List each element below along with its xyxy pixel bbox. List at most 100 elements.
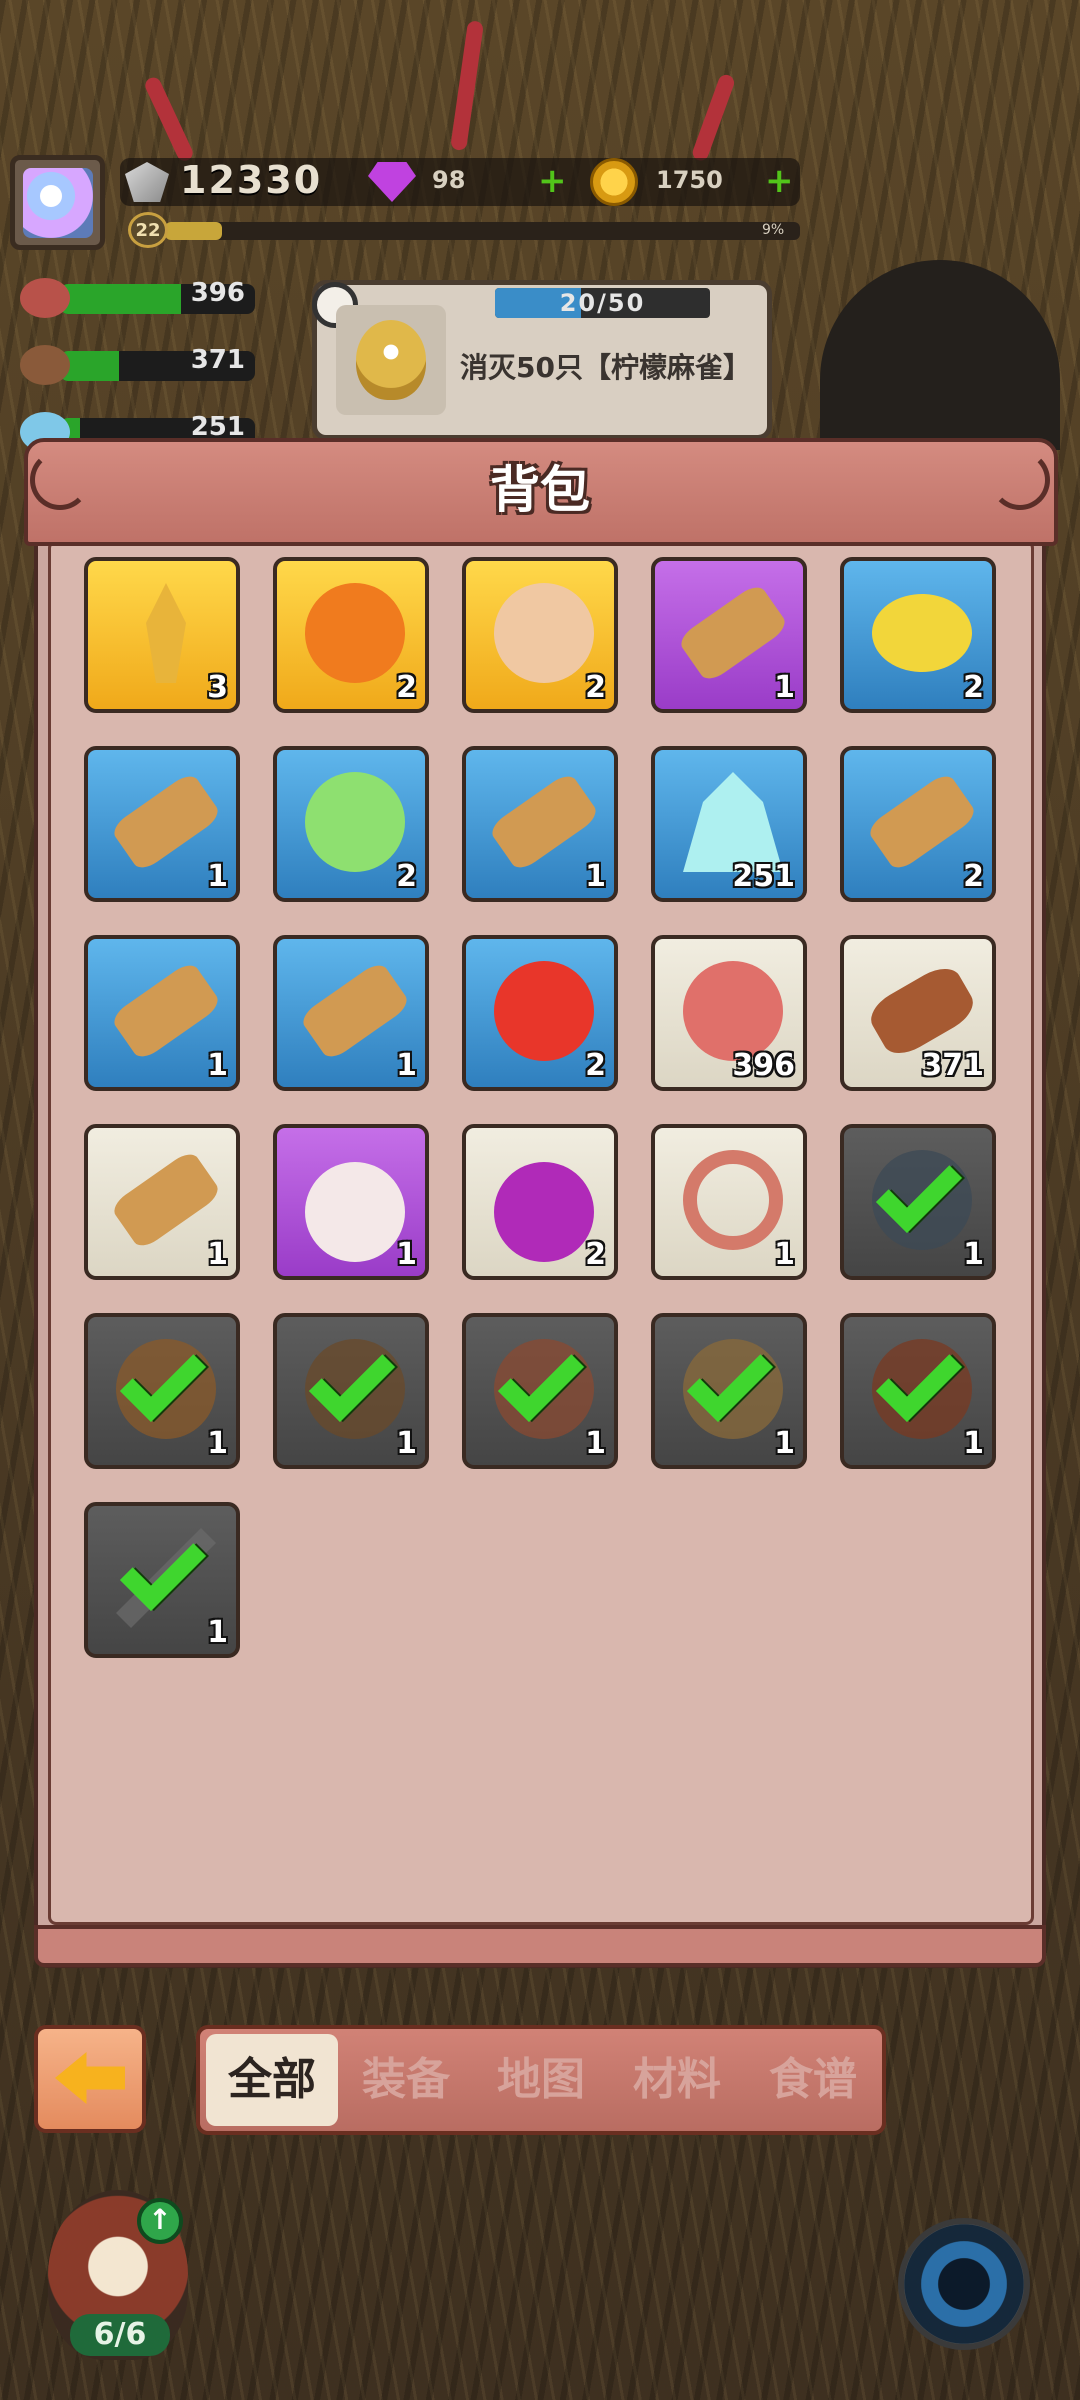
item-count: 1 <box>396 1237 417 1272</box>
inventory-slot[interactable]: 1 <box>651 1124 807 1280</box>
purple-berry-dish-icon <box>494 1162 594 1262</box>
backpack-title: 背包 <box>490 461 590 519</box>
item-count: 2 <box>396 670 417 705</box>
crystal-icon <box>683 772 783 872</box>
log-icon <box>863 960 981 1062</box>
jelly-icon <box>305 772 405 872</box>
quest-progress-text: 20/50 <box>559 289 646 317</box>
resource-value: 396 <box>190 278 245 308</box>
item-count: 3 <box>207 670 228 705</box>
item-count: 1 <box>585 859 606 894</box>
inventory-slot[interactable]: 3 <box>84 557 240 713</box>
inventory-slot[interactable]: 2 <box>840 557 996 713</box>
item-count: 1 <box>963 1426 984 1461</box>
item-count: 1 <box>207 1615 228 1650</box>
item-count: 1 <box>396 1426 417 1461</box>
inventory-slot[interactable]: 1 <box>84 1502 240 1658</box>
tab-map[interactable]: 地图 <box>475 2034 607 2126</box>
inventory-slot[interactable]: 1 <box>273 1313 429 1469</box>
item-count: 1 <box>774 1426 795 1461</box>
item-count: 1 <box>396 1048 417 1083</box>
item-count: 1 <box>207 859 228 894</box>
item-count: 2 <box>963 670 984 705</box>
inventory-slot[interactable]: 396 <box>651 935 807 1091</box>
coin-value: 1750 <box>656 166 723 194</box>
inventory-slot[interactable]: 2 <box>462 1124 618 1280</box>
inventory-slot[interactable]: 2 <box>840 746 996 902</box>
inventory-slot[interactable]: 1 <box>84 1313 240 1469</box>
backpack-footer <box>34 1925 1046 1967</box>
avatar-image <box>22 167 93 238</box>
meat-icon <box>20 278 70 318</box>
inventory-slot[interactable]: 1 <box>273 1124 429 1280</box>
scroll-white-gem-icon <box>109 959 223 1063</box>
tab-material[interactable]: 材料 <box>611 2034 743 2126</box>
scroll-purple-gem-icon <box>676 581 790 685</box>
inventory-slot[interactable]: 1 <box>84 935 240 1091</box>
add-coins-button[interactable]: + <box>765 164 794 198</box>
pumpkin-icon <box>305 583 405 683</box>
add-gems-button[interactable]: + <box>538 164 567 198</box>
item-count: 2 <box>585 1237 606 1272</box>
item-count: 1 <box>207 1237 228 1272</box>
lemon-icon <box>857 583 987 683</box>
item-count: 1 <box>207 1426 228 1461</box>
inventory-slot[interactable]: 2 <box>462 935 618 1091</box>
level-badge: 22 <box>128 212 168 248</box>
tab-equipment[interactable]: 装备 <box>340 2034 472 2126</box>
item-count: 2 <box>396 859 417 894</box>
tab-recipe[interactable]: 食谱 <box>747 2034 879 2126</box>
xp-percent: 9% <box>762 222 785 238</box>
inventory-slot[interactable]: 1 <box>651 557 807 713</box>
item-count: 2 <box>585 1048 606 1083</box>
hero-count: 6/6 <box>70 2314 170 2356</box>
coin-icon <box>590 158 638 206</box>
scroll-white-gem-icon <box>109 770 223 874</box>
scroll-white-gem-icon <box>487 770 601 874</box>
item-count: 2 <box>963 859 984 894</box>
scroll-gold-gem-icon <box>109 1148 223 1252</box>
tomato-icon <box>494 961 594 1061</box>
tab-all[interactable]: 全部 <box>206 2034 338 2126</box>
power-value: 12330 <box>180 158 323 202</box>
upgrade-arrow-icon[interactable]: ↑ <box>137 2198 183 2244</box>
item-count: 1 <box>207 1048 228 1083</box>
meat-icon <box>683 961 783 1061</box>
item-count: 1 <box>774 670 795 705</box>
scroll-white-gem-icon <box>298 959 412 1063</box>
portal-button[interactable] <box>898 2218 1030 2350</box>
necklace-icon <box>683 1150 783 1250</box>
inventory-slot[interactable]: 1 <box>84 746 240 902</box>
player-avatar[interactable] <box>10 155 105 250</box>
quest-description: 消灭50只【柠檬麻雀】 <box>460 351 751 384</box>
inventory-slot[interactable]: 1 <box>840 1124 996 1280</box>
inventory-slot[interactable]: 1 <box>651 1313 807 1469</box>
lemon-sparrow-icon <box>356 320 426 400</box>
inventory-slot[interactable]: 2 <box>462 557 618 713</box>
wheat-icon <box>146 583 186 683</box>
gem-value: 98 <box>432 166 466 194</box>
item-count: 1 <box>963 1237 984 1272</box>
item-count: 1 <box>774 1237 795 1272</box>
item-count: 2 <box>585 670 606 705</box>
item-count: 371 <box>921 1048 984 1083</box>
inventory-slot[interactable]: 1 <box>840 1313 996 1469</box>
item-count: 251 <box>732 859 795 894</box>
inventory-slot[interactable]: 251 <box>651 746 807 902</box>
inventory-slot[interactable]: 1 <box>462 746 618 902</box>
xp-bar <box>165 222 800 240</box>
rice-cake-dish-icon <box>305 1162 405 1262</box>
inventory-slot[interactable]: 1 <box>462 1313 618 1469</box>
inventory-slot[interactable]: 1 <box>84 1124 240 1280</box>
scroll-white-gem-icon <box>865 770 979 874</box>
xp-bar-fill <box>165 222 223 240</box>
resource-value: 371 <box>190 345 245 375</box>
inventory-slot[interactable]: 371 <box>840 935 996 1091</box>
item-count: 396 <box>732 1048 795 1083</box>
egg-icon <box>494 583 594 683</box>
item-count: 1 <box>585 1426 606 1461</box>
inventory-slot[interactable]: 2 <box>273 746 429 902</box>
inventory-slot[interactable]: 1 <box>273 935 429 1091</box>
inventory-slot[interactable]: 2 <box>273 557 429 713</box>
log-icon <box>20 345 70 385</box>
